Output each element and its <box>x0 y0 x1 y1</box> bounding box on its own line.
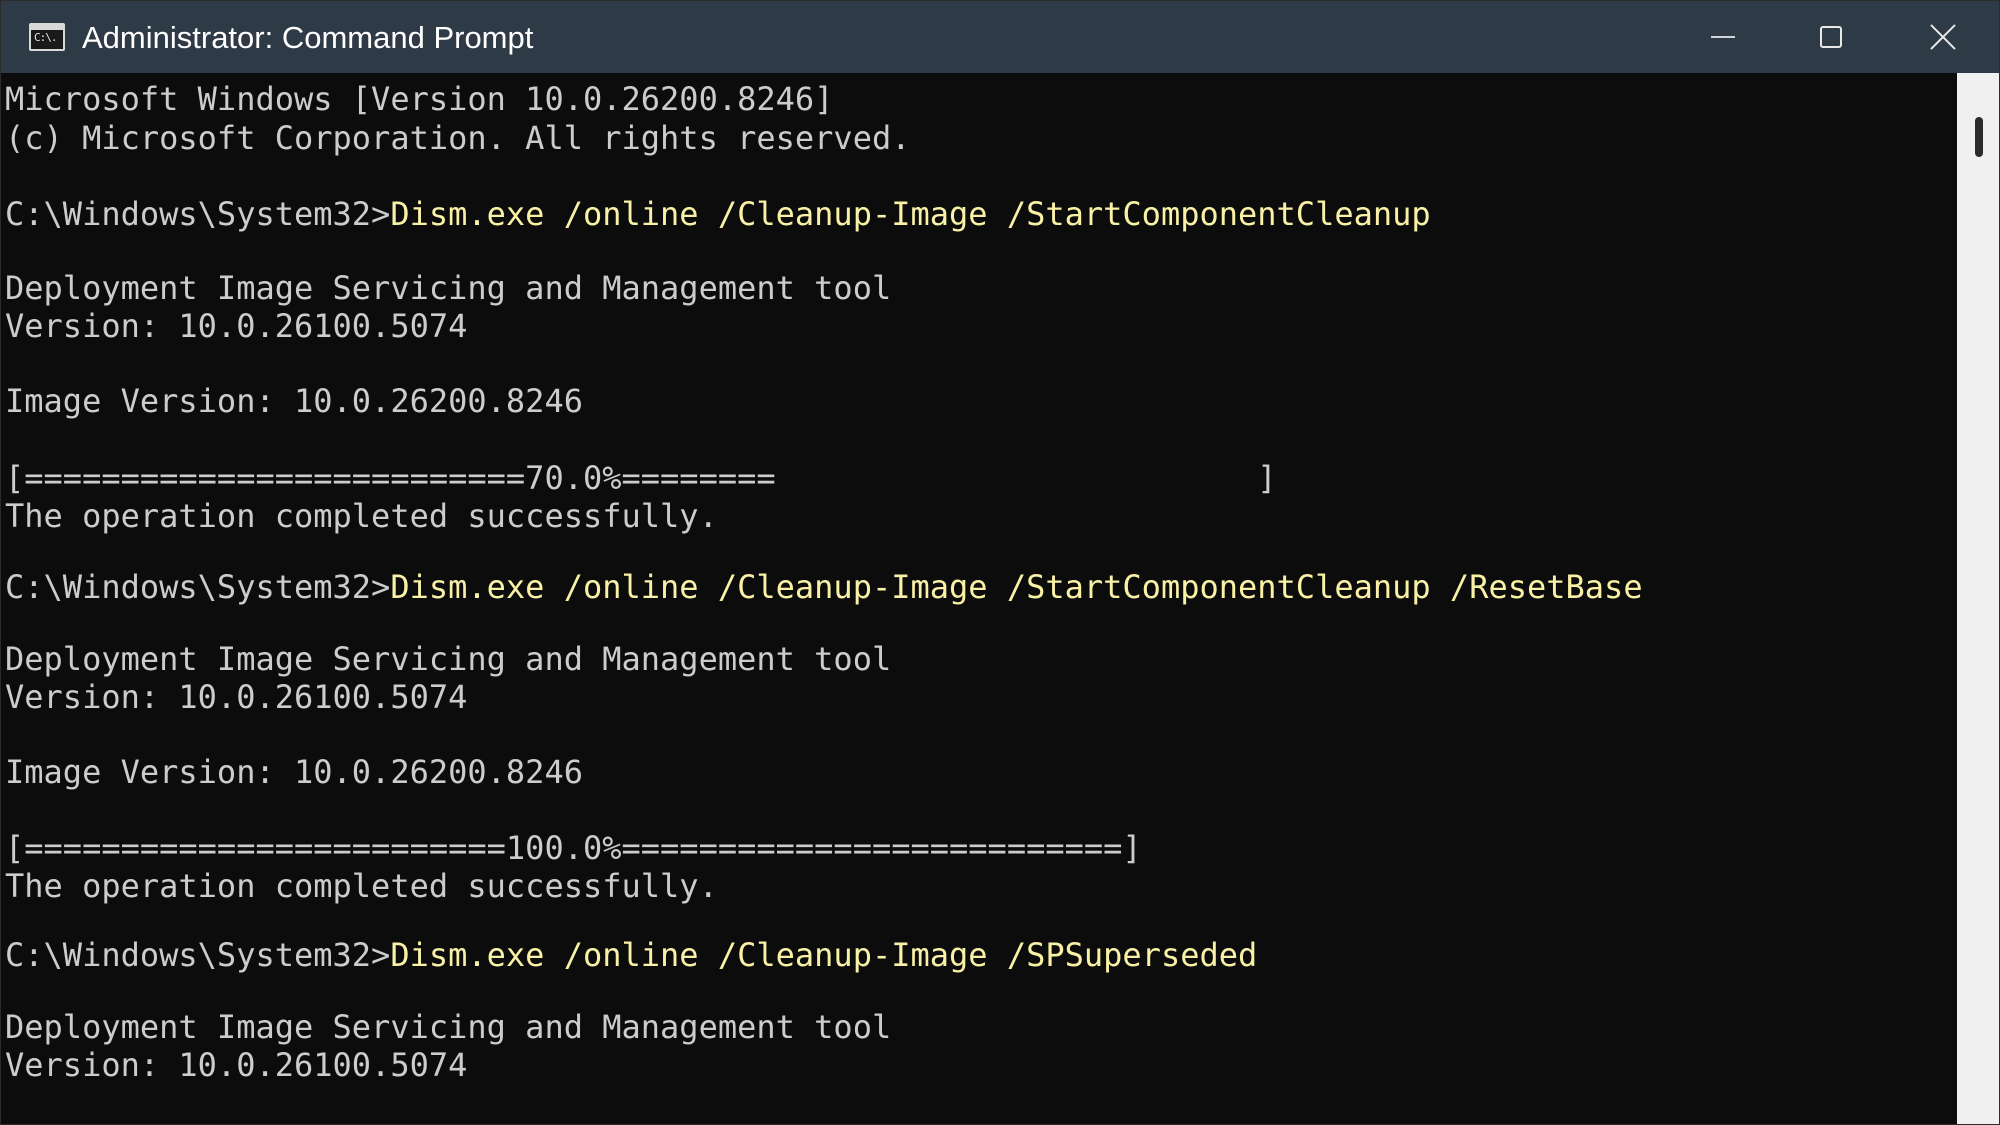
console-line: Version: 10.0.26100.5074 <box>5 306 467 346</box>
icon-glyph: C:\. <box>34 31 57 44</box>
icon-titlebar-strip <box>31 25 63 30</box>
line-text: Version: 10.0.26100.5074 <box>5 678 468 716</box>
console-line: Deployment Image Servicing and Managemen… <box>5 639 891 679</box>
command-text: Dism.exe /online /Cleanup-Image /SPSuper… <box>390 936 1258 974</box>
console-command-line: C:\Windows\System32>Dism.exe /online /Cl… <box>5 567 1643 607</box>
line-text: Deployment Image Servicing and Managemen… <box>5 269 892 307</box>
line-text: Deployment Image Servicing and Managemen… <box>5 1008 892 1046</box>
console-command-line: C:\Windows\System32>Dism.exe /online /Cl… <box>5 935 1257 975</box>
console-output[interactable]: Microsoft Windows [Version 10.0.26200.82… <box>1 73 1957 1124</box>
command-text: Dism.exe /online /Cleanup-Image /StartCo… <box>390 195 1431 233</box>
console-line: Version: 10.0.26100.5074 <box>5 677 467 717</box>
progress-bar-text: [=========================100.0%========… <box>5 828 1142 868</box>
prompt-path: C:\Windows\System32> <box>5 936 391 974</box>
line-text: Deployment Image Servicing and Managemen… <box>5 640 892 678</box>
console-command-line: C:\Windows\System32>Dism.exe /online /Cl… <box>5 194 1431 234</box>
scrollbar-thumb[interactable] <box>1975 117 1983 157</box>
prompt-path: C:\Windows\System32> <box>5 195 391 233</box>
minimize-button[interactable] <box>1669 1 1777 73</box>
line-text: The operation completed successfully. <box>5 497 718 535</box>
console-line: Image Version: 10.0.26200.8246 <box>5 752 583 792</box>
console-line: The operation completed successfully. <box>5 866 718 906</box>
command-prompt-window: C:\. Administrator: Command Prompt Micro… <box>0 0 2000 1125</box>
line-text: [=========================100.0%========… <box>5 829 1142 867</box>
console-line: Image Version: 10.0.26200.8246 <box>5 381 583 421</box>
line-text: Version: 10.0.26100.5074 <box>5 307 468 345</box>
line-text: The operation completed successfully. <box>5 867 718 905</box>
console-line: The operation completed successfully. <box>5 496 718 536</box>
console-line: (c) Microsoft Corporation. All rights re… <box>5 118 910 158</box>
close-icon <box>1929 23 1957 51</box>
console-line: Microsoft Windows [Version 10.0.26200.82… <box>5 79 833 119</box>
progress-bar-text: [==========================70.0%========… <box>5 458 1277 498</box>
line-text: Version: 10.0.26100.5074 <box>5 1046 468 1084</box>
console-line: Deployment Image Servicing and Managemen… <box>5 268 891 308</box>
command-text: Dism.exe /online /Cleanup-Image /StartCo… <box>390 568 1643 606</box>
minimize-icon <box>1711 36 1735 38</box>
vertical-scrollbar[interactable] <box>1957 73 1999 1124</box>
console-line: Version: 10.0.26100.5074 <box>5 1045 467 1085</box>
console-line: Deployment Image Servicing and Managemen… <box>5 1007 891 1047</box>
line-text: Image Version: 10.0.26200.8246 <box>5 753 583 791</box>
line-text: Image Version: 10.0.26200.8246 <box>5 382 583 420</box>
maximize-icon <box>1820 26 1842 48</box>
close-button[interactable] <box>1885 1 1999 73</box>
maximize-button[interactable] <box>1777 1 1885 73</box>
prompt-path: C:\Windows\System32> <box>5 568 391 606</box>
line-text: [==========================70.0%========… <box>5 459 1277 497</box>
line-text: Microsoft Windows [Version 10.0.26200.82… <box>5 80 834 118</box>
title-bar[interactable]: C:\. Administrator: Command Prompt <box>1 1 1999 73</box>
command-prompt-icon: C:\. <box>29 23 65 51</box>
line-text: (c) Microsoft Corporation. All rights re… <box>5 119 911 157</box>
window-title: Administrator: Command Prompt <box>82 20 534 55</box>
